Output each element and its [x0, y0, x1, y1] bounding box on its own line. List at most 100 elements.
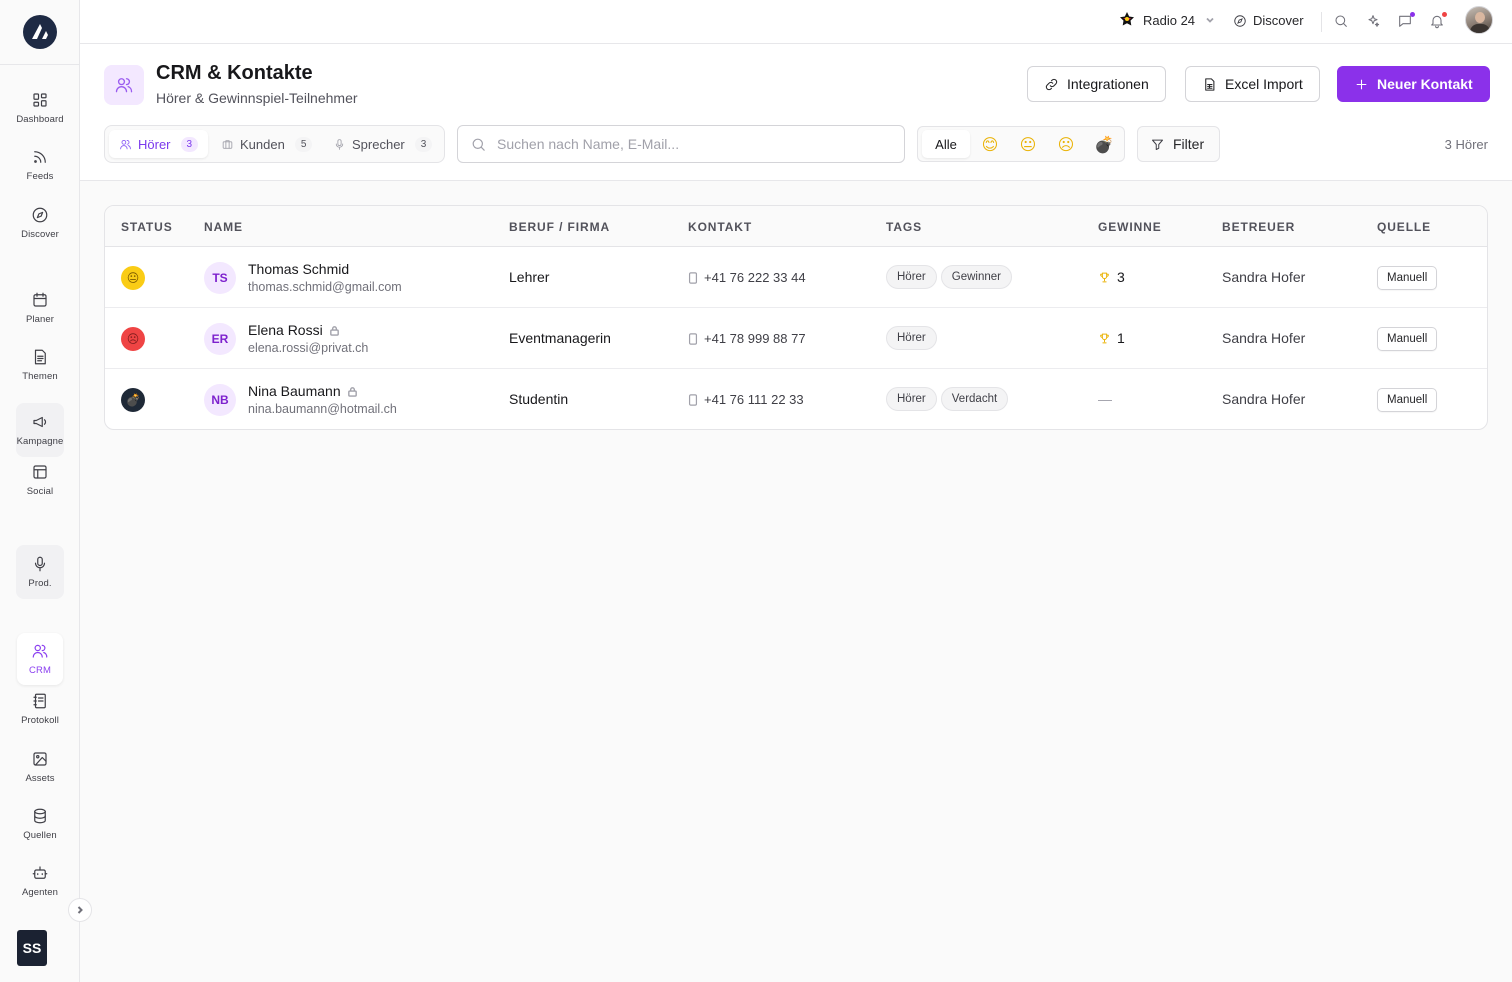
- sidebar-item-dashboard[interactable]: Dashboard: [16, 83, 64, 133]
- column-header-betreuer[interactable]: BETREUER: [1222, 220, 1295, 234]
- source-badge: Manuell: [1377, 327, 1438, 351]
- new-contact-button[interactable]: Neuer Kontakt: [1337, 66, 1490, 102]
- phone-icon: [688, 271, 698, 284]
- message-indicator-dot: [1410, 12, 1415, 17]
- column-header-kontakt[interactable]: KONTAKT: [688, 220, 752, 234]
- mood-filter-neutral[interactable]: 😐: [1010, 130, 1046, 158]
- contact-phone: +41 78 999 88 77: [688, 331, 806, 346]
- contact-phone: +41 76 222 33 44: [688, 270, 806, 285]
- sidebar-item-planer[interactable]: Planer: [16, 283, 64, 333]
- integrations-button[interactable]: Integrationen: [1027, 66, 1166, 102]
- excel-import-button[interactable]: Excel Import: [1185, 66, 1320, 102]
- users-icon: [32, 644, 48, 658]
- mood-filter-happy[interactable]: 😊: [972, 130, 1008, 158]
- sidebar-collapse-button[interactable]: [68, 898, 92, 922]
- station-name: Radio 24: [1143, 12, 1196, 28]
- messages-button[interactable]: [1397, 12, 1415, 31]
- contact-manager: Sandra Hofer: [1222, 269, 1306, 285]
- contact-tags: Hörer Gewinner: [886, 265, 1012, 289]
- ai-sparkle-button[interactable]: [1365, 13, 1383, 31]
- source-badge: Manuell: [1377, 266, 1438, 290]
- contact-name[interactable]: Nina Baumann: [248, 383, 397, 399]
- notifications-button[interactable]: [1429, 12, 1447, 31]
- lock-icon: [347, 386, 357, 397]
- sidebar-item-prod[interactable]: Prod.: [16, 545, 64, 599]
- sidebar-item-label: Assets: [25, 773, 55, 784]
- sidebar-item-agenten[interactable]: Agenten: [16, 856, 64, 906]
- tab-label: Kunden: [240, 136, 285, 152]
- crm-header-icon: [104, 65, 144, 105]
- filter-button[interactable]: Filter: [1137, 126, 1220, 162]
- tab-sprecher[interactable]: Sprecher 3: [323, 130, 442, 158]
- column-header-tags[interactable]: TAGS: [886, 220, 922, 234]
- mood-filter-all[interactable]: Alle: [922, 130, 970, 158]
- tag-chip: Hörer: [886, 265, 937, 289]
- contact-initials-avatar: ER: [204, 323, 236, 355]
- contact-name[interactable]: Thomas Schmid: [248, 261, 402, 277]
- sidebar-item-crm[interactable]: CRM: [17, 633, 63, 685]
- table-row[interactable]: 💣 NB Nina Baumann nina.baumann@hotmail.c…: [105, 369, 1487, 429]
- discover-label: Discover: [1253, 13, 1304, 28]
- sidebar-item-label: Themen: [22, 371, 58, 382]
- notification-indicator-dot: [1442, 12, 1447, 17]
- discover-link[interactable]: Discover: [1233, 13, 1304, 28]
- contact-initials-avatar: NB: [204, 384, 236, 416]
- contact-phone-text: +41 78 999 88 77: [704, 331, 806, 346]
- search-input[interactable]: [497, 136, 877, 152]
- sidebar-item-assets[interactable]: Assets: [16, 742, 64, 792]
- link-icon: [1045, 78, 1058, 90]
- search-field[interactable]: [457, 125, 905, 163]
- page-subtitle: Hörer & Gewinnspiel-Teilnehmer: [156, 90, 358, 106]
- column-header-beruf[interactable]: BERUF / FIRMA: [509, 220, 610, 234]
- chevron-right-icon: [77, 906, 83, 914]
- sidebar-item-kampagne[interactable]: Kampagne: [16, 403, 64, 457]
- table-row[interactable]: ☹ ER Elena Rossi elena.rossi@privat.ch E…: [105, 308, 1487, 369]
- users-icon: [115, 78, 133, 93]
- user-avatar[interactable]: SS: [17, 930, 47, 966]
- contact-name-cell: Thomas Schmid thomas.schmid@gmail.com: [248, 261, 402, 294]
- sidebar: Dashboard Feeds Discover Planer Themen K…: [0, 0, 92, 982]
- result-count: 3 Hörer: [1444, 137, 1488, 152]
- sidebar-item-feeds[interactable]: Feeds: [16, 140, 64, 190]
- source-badge: Manuell: [1377, 388, 1438, 412]
- sidebar-item-protokoll[interactable]: Protokoll: [16, 684, 64, 734]
- sidebar-item-social[interactable]: Social: [16, 455, 64, 505]
- contact-phone-text: +41 76 222 33 44: [704, 270, 806, 285]
- contact-phone: +41 76 111 22 33: [688, 392, 804, 407]
- column-header-status[interactable]: STATUS: [121, 220, 173, 234]
- column-header-name[interactable]: NAME: [204, 220, 243, 234]
- sidebar-item-label: Dashboard: [16, 114, 64, 125]
- mood-filter-bomb[interactable]: 💣: [1086, 130, 1122, 158]
- contact-tags: Hörer Verdacht: [886, 387, 1009, 411]
- tag-chip: Hörer: [886, 326, 937, 350]
- trophy-icon: [1100, 333, 1109, 343]
- tag-chip: Hörer: [886, 387, 937, 411]
- column-header-gewinne[interactable]: GEWINNE: [1098, 220, 1162, 234]
- sidebar-item-discover[interactable]: Discover: [16, 198, 64, 248]
- contact-name-cell: Nina Baumann nina.baumann@hotmail.ch: [248, 383, 397, 416]
- contact-type-tabs: Hörer 3 Kunden 5 Sprecher 3: [104, 125, 445, 163]
- tab-count-badge: 3: [180, 136, 199, 152]
- app-logo[interactable]: [23, 15, 57, 49]
- compass-icon: [32, 207, 48, 223]
- column-header-quelle[interactable]: QUELLE: [1377, 220, 1431, 234]
- contact-name[interactable]: Elena Rossi: [248, 322, 368, 338]
- tab-count-badge: 3: [414, 136, 433, 152]
- excel-import-label: Excel Import: [1225, 76, 1303, 92]
- sidebar-item-themen[interactable]: Themen: [16, 340, 64, 390]
- contact-initials-avatar: TS: [204, 262, 236, 294]
- table-row[interactable]: 😐 TS Thomas Schmid thomas.schmid@gmail.c…: [105, 247, 1487, 308]
- profile-avatar[interactable]: [1465, 6, 1493, 34]
- contact-wins: 3: [1098, 269, 1125, 285]
- mood-filter-sad[interactable]: ☹: [1048, 130, 1084, 158]
- station-selector[interactable]: Radio 24: [1117, 11, 1215, 29]
- wins-count: —: [1098, 391, 1112, 407]
- contact-name-cell: Elena Rossi elena.rossi@privat.ch: [248, 322, 368, 355]
- page-title: CRM & Kontakte: [156, 62, 313, 84]
- search-icon: [472, 138, 485, 151]
- tab-hoerer[interactable]: Hörer 3: [109, 130, 209, 158]
- sidebar-item-quellen[interactable]: Quellen: [16, 799, 64, 849]
- status-mood-indicator: 💣: [121, 388, 145, 412]
- tab-kunden[interactable]: Kunden 5: [211, 130, 322, 158]
- search-button[interactable]: [1333, 13, 1351, 31]
